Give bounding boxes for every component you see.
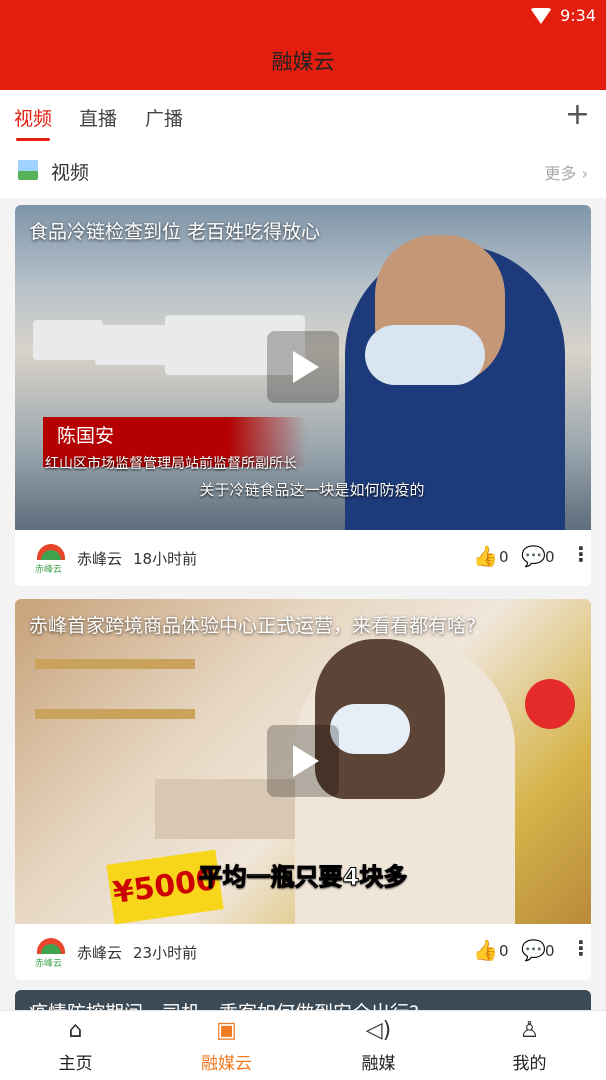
shelf-shape [35,659,195,669]
mask-shape [365,325,485,385]
more-link[interactable]: 更多 › [545,160,589,184]
comment-count: 0 [545,942,555,960]
video-card[interactable]: ¥5000 赤峰首家跨境商品体验中心正式运营，来看看都有啥? 平均一瓶只要4块多… [15,599,591,980]
play-icon[interactable] [267,331,339,403]
nav-media-cloud[interactable]: ▣ 融媒云 [151,1011,302,1080]
tab-live[interactable]: 直播 [79,104,117,131]
status-bar: 9:34 [530,6,596,25]
tab-broadcast[interactable]: 广播 [145,104,183,131]
more-options-icon[interactable]: ⋮ [571,936,591,960]
mask-shape [330,704,410,754]
shelf-shape [35,709,195,719]
nav-media[interactable]: ◁) 融媒 [303,1011,454,1080]
overlay-role: 红山区市场监督管理局站前监督所副所长 [45,456,297,472]
comment-icon[interactable]: 💬 [521,544,546,568]
source-name: 赤峰云 [77,550,123,568]
nav-label: 主页 [58,1054,93,1074]
source-logo: 赤峰云 [35,938,67,969]
publish-time: 23小时前 [133,944,198,962]
source-logo: 赤峰云 [35,544,67,575]
app-title: 融媒云 [271,50,335,74]
overlay-name: 陈国安 [57,425,115,447]
wifi-icon [530,7,553,24]
tv-icon: ▣ [216,1018,237,1043]
image-icon [18,160,38,180]
video-title: 食品冷链检查到位 老百姓吃得放心 [29,221,321,243]
video-card[interactable]: 食品冷链检查到位 老百姓吃得放心 陈国安 红山区市场监督管理局站前监督所副所长 … [15,205,591,586]
more-options-icon[interactable]: ⋮ [571,542,591,566]
overlay-subtitle: 平均一瓶只要4块多 [198,863,408,892]
like-count: 0 [499,942,509,960]
nav-mine[interactable]: ♙ 我的 [454,1011,605,1080]
home-icon: ⌂ [68,1018,83,1043]
section-title: 视频 [51,162,90,184]
nav-home[interactable]: ⌂ 主页 [0,1011,151,1080]
tab-bar: 视频 直播 广播 + [0,90,606,142]
plus-icon[interactable]: + [565,100,590,130]
publish-time: 18小时前 [133,550,198,568]
nav-label: 融媒 [361,1054,396,1074]
like-count: 0 [499,548,509,566]
speaker-icon: ◁) [365,1018,392,1043]
bottom-nav: ⌂ 主页 ▣ 融媒云 ◁) 融媒 ♙ 我的 [0,1010,606,1080]
video-meta: 赤峰云 赤峰云 18小时前 👍 0 💬 0 ⋮ [15,530,591,586]
top-bar: 9:34 融媒云 [0,0,606,90]
nav-label: 融媒云 [201,1054,252,1074]
thumbs-up-icon[interactable]: 👍 [473,938,498,962]
play-icon[interactable] [267,725,339,797]
logo-text: 赤峰云 [35,959,63,969]
source-name: 赤峰云 [77,944,123,962]
logo-text: 赤峰云 [35,565,63,575]
video-thumbnail[interactable]: ¥5000 赤峰首家跨境商品体验中心正式运营，来看看都有啥? 平均一瓶只要4块多 [15,599,591,924]
video-thumbnail[interactable]: 食品冷链检查到位 老百姓吃得放心 陈国安 红山区市场监督管理局站前监督所副所长 … [15,205,591,530]
person-icon: ♙ [519,1018,540,1043]
overlay-subtitle: 关于冷链食品这一块是如何防疫的 [199,481,425,499]
section-header: 视频 更多 › [0,142,606,198]
comment-count: 0 [545,548,555,566]
video-title: 赤峰首家跨境商品体验中心正式运营，来看看都有啥? [29,615,477,637]
tab-indicator [16,138,50,141]
nav-label: 我的 [512,1054,547,1074]
tab-video[interactable]: 视频 [14,104,52,131]
status-time: 9:34 [560,6,596,25]
comment-icon[interactable]: 💬 [521,938,546,962]
thumbs-up-icon[interactable]: 👍 [473,544,498,568]
video-meta: 赤峰云 赤峰云 23小时前 👍 0 💬 0 ⋮ [15,924,591,980]
balloon-shape [525,679,575,729]
truck-shape [33,320,103,360]
